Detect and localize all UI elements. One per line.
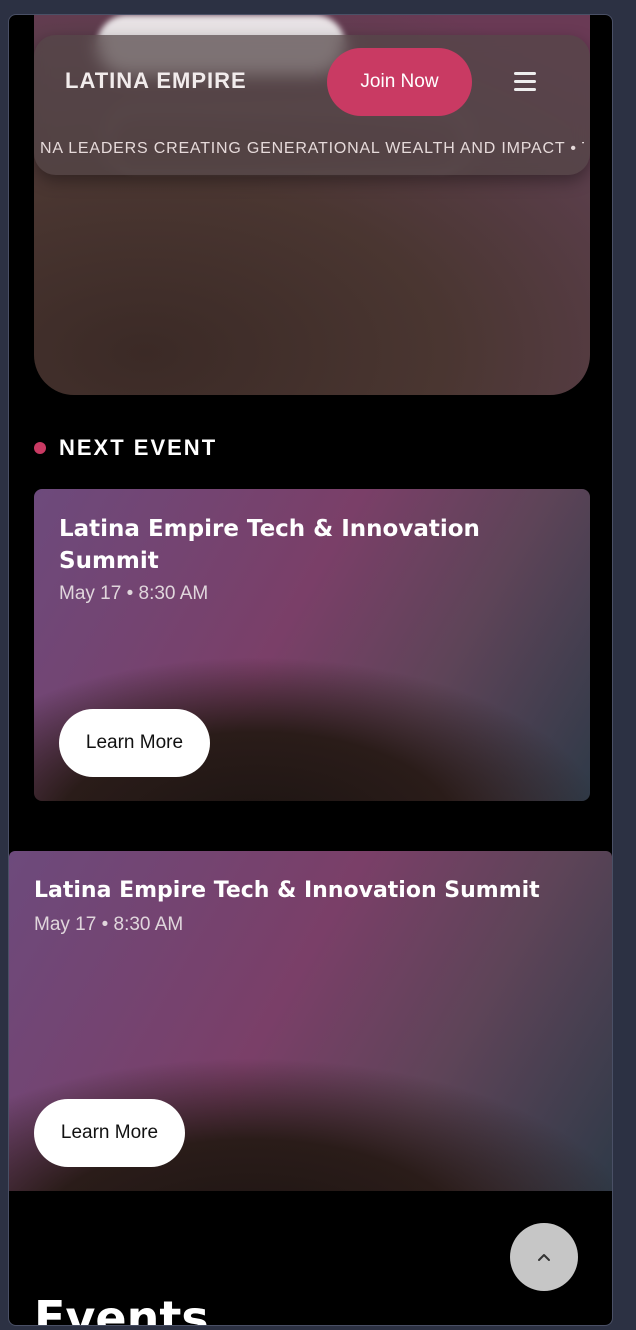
event-date: May 17 • 8:30 AM — [59, 583, 209, 604]
phone-viewport: LATINA EMPIRE Join Now NA LEADERS CREATI… — [8, 14, 613, 1326]
learn-more-button[interactable]: Learn More — [34, 1099, 185, 1167]
event-card[interactable]: Latina Empire Tech & Innovation Summit M… — [9, 851, 612, 1191]
events-section-heading: Events — [34, 1291, 209, 1326]
event-date: May 17 • 8:30 AM — [34, 914, 184, 935]
hamburger-icon[interactable] — [514, 72, 536, 91]
sticky-header: LATINA EMPIRE Join Now NA LEADERS CREATI… — [34, 35, 590, 175]
scroll-to-top-button[interactable] — [510, 1223, 578, 1291]
learn-more-button[interactable]: Learn More — [59, 709, 210, 777]
event-card[interactable]: Latina Empire Tech & Innovation Summit M… — [34, 489, 590, 801]
accent-dot — [34, 442, 46, 454]
join-now-button[interactable]: Join Now — [327, 48, 472, 116]
event-title: Latina Empire Tech & Innovation Summit — [34, 878, 540, 903]
brand-logo-text[interactable]: LATINA EMPIRE — [65, 68, 247, 94]
marquee-ticker: NA LEADERS CREATING GENERATIONAL WEALTH … — [40, 140, 584, 157]
next-event-label-row: NEXT EVENT — [34, 435, 217, 461]
event-title: Latina Empire Tech & Innovation Summit — [59, 516, 480, 574]
next-event-label: NEXT EVENT — [59, 435, 218, 460]
chevron-up-icon — [538, 1254, 550, 1261]
